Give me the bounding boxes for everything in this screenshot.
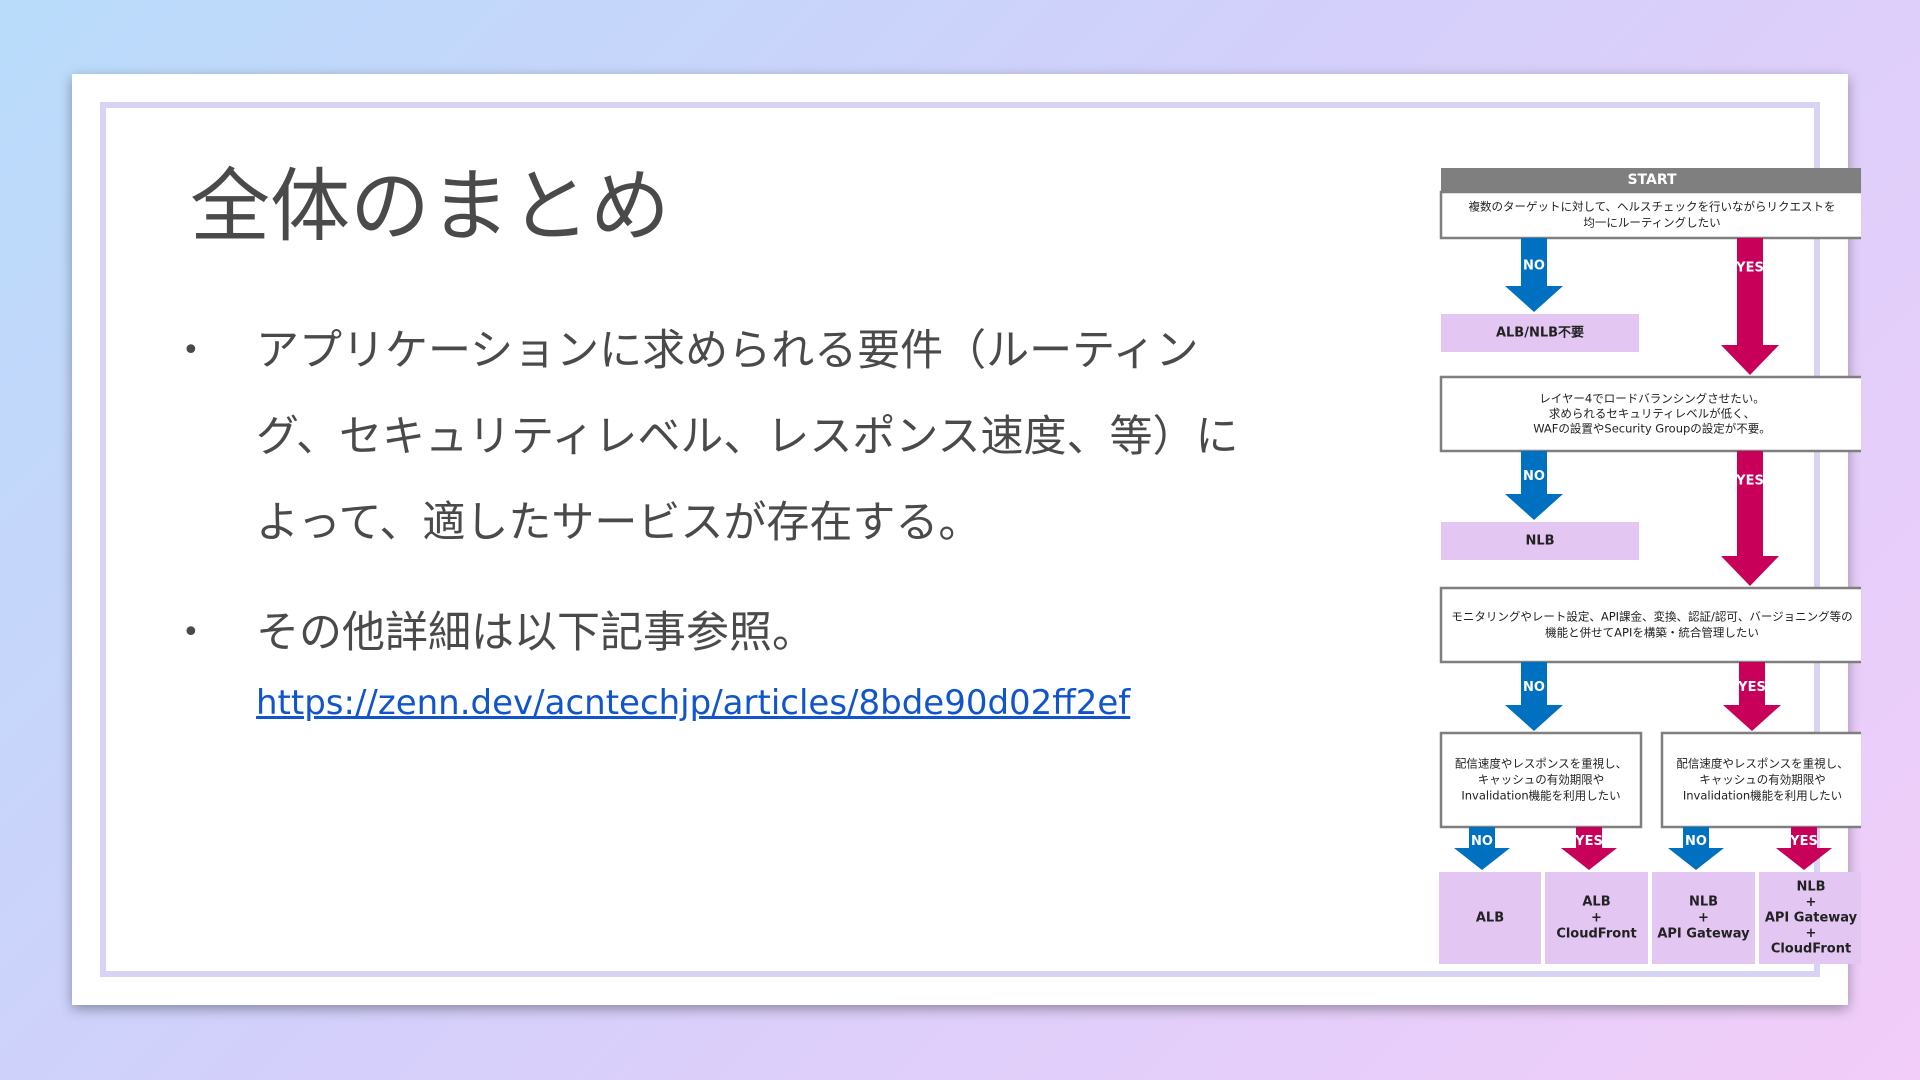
- result-nlb-api-gateway-cloudfront-text: NLB: [1796, 880, 1825, 895]
- result-nlb-api-gateway-cloudfront-text: +: [1806, 895, 1817, 910]
- start-header-label: START: [1627, 172, 1677, 188]
- slide-frame: 全体のまとめ • アプリケーションに求められる要件（ルーティング、セキュリティレ…: [100, 102, 1861, 977]
- q3-text: モニタリングやレート設定、API課金、変換、認証/認可、バージョニング等の: [1451, 610, 1852, 624]
- no-arrow-2-icon: [1505, 451, 1563, 520]
- q2-text: レイヤー4でロードバランシングさせたい。: [1539, 392, 1764, 406]
- yes-arrow-2-label: YES: [1735, 474, 1764, 489]
- no-arrow-3-icon: [1505, 662, 1563, 731]
- bullet-list: • アプリケーションに求められる要件（ルーティング、セキュリティレベル、レスポン…: [166, 308, 1276, 728]
- result-nlb-api-gateway-text: +: [1698, 911, 1709, 926]
- result-nlb-api-gateway-cloudfront-text: +: [1806, 926, 1817, 941]
- result-nlb-api-gateway-text: NLB: [1689, 895, 1718, 910]
- result-nlb-api-gateway-text: API Gateway: [1657, 927, 1750, 942]
- q2-text: WAFの設置やSecurity Groupの設定が不要。: [1533, 422, 1771, 436]
- q1-text: 均一にルーティングしたい: [1583, 216, 1720, 230]
- q5-text: 配信速度やレスポンスを重視し、: [1676, 757, 1848, 771]
- result-alb-text: ALB: [1476, 911, 1504, 926]
- result-nlb-api-gateway-cloudfront-text: API Gateway: [1765, 911, 1858, 926]
- slide-title: 全体のまとめ: [190, 160, 670, 253]
- bullet-item: • その他詳細は以下記事参照。 https://zenn.dev/acntech…: [166, 590, 1276, 728]
- yes-arrow-3-label: YES: [1737, 680, 1766, 695]
- bullet-dot-icon: •: [182, 615, 200, 650]
- q2-text: 求められるセキュリティレベルが低く、: [1549, 407, 1755, 421]
- q4-text: 配信速度やレスポンスを重視し、: [1455, 757, 1627, 771]
- yes-arrow-1-label: YES: [1735, 261, 1764, 276]
- bullet-item: • アプリケーションに求められる要件（ルーティング、セキュリティレベル、レスポン…: [166, 308, 1276, 566]
- no-arrow-2-label: NO: [1523, 469, 1545, 484]
- result-alb-cloudfront-text: CloudFront: [1556, 927, 1636, 942]
- result-alb-cloudfront-text: +: [1591, 911, 1602, 926]
- yes-arrow-2-icon: [1721, 451, 1779, 586]
- flowchart-svg: START 複数のターゲットに対して、ヘルスチェックを行いながらリクエストを均一に…: [1439, 168, 1861, 964]
- yes-arrow-5-label: YES: [1789, 834, 1818, 849]
- result-alb-cloudfront-text: ALB: [1582, 895, 1610, 910]
- q4-text: Invalidation機能を利用したい: [1461, 789, 1620, 803]
- bullet-text: アプリケーションに求められる要件（ルーティング、セキュリティレベル、レスポンス速…: [256, 326, 1239, 548]
- slide: 全体のまとめ • アプリケーションに求められる要件（ルーティング、セキュリティレ…: [72, 74, 1861, 1005]
- no-arrow-3-label: NO: [1523, 680, 1545, 695]
- no-arrow-1-icon: [1505, 238, 1563, 312]
- q1-text: 複数のターゲットに対して、ヘルスチェックを行いながらリクエストを: [1468, 200, 1835, 214]
- q5-text: Invalidation機能を利用したい: [1683, 789, 1842, 803]
- yes-arrow-1-icon: [1721, 238, 1779, 375]
- q4-text: キャッシュの有効期限や: [1478, 773, 1605, 787]
- result-nlb-text: NLB: [1525, 534, 1554, 549]
- no-arrow-4-label: NO: [1471, 834, 1493, 849]
- bullet-dot-icon: •: [182, 333, 200, 368]
- article-link[interactable]: https://zenn.dev/acntechjp/articles/8bde…: [256, 678, 1276, 728]
- result-alb-nlb-not-needed-text: ALB/NLB不要: [1496, 326, 1584, 341]
- no-arrow-5-label: NO: [1685, 834, 1707, 849]
- yes-arrow-4-label: YES: [1574, 834, 1603, 849]
- q3-text: 機能と併せてAPIを構築・統合管理したい: [1545, 626, 1759, 640]
- yes-arrow-3-icon: [1723, 662, 1781, 731]
- no-arrow-1-label: NO: [1523, 259, 1545, 274]
- bullet-text: その他詳細は以下記事参照。: [256, 608, 815, 658]
- q5-text: キャッシュの有効期限や: [1699, 773, 1826, 787]
- result-nlb-api-gateway-cloudfront-text: CloudFront: [1771, 942, 1851, 957]
- service-selection-flowchart: START 複数のターゲットに対して、ヘルスチェックを行いながらリクエストを 均一に…: [1433, 164, 1861, 964]
